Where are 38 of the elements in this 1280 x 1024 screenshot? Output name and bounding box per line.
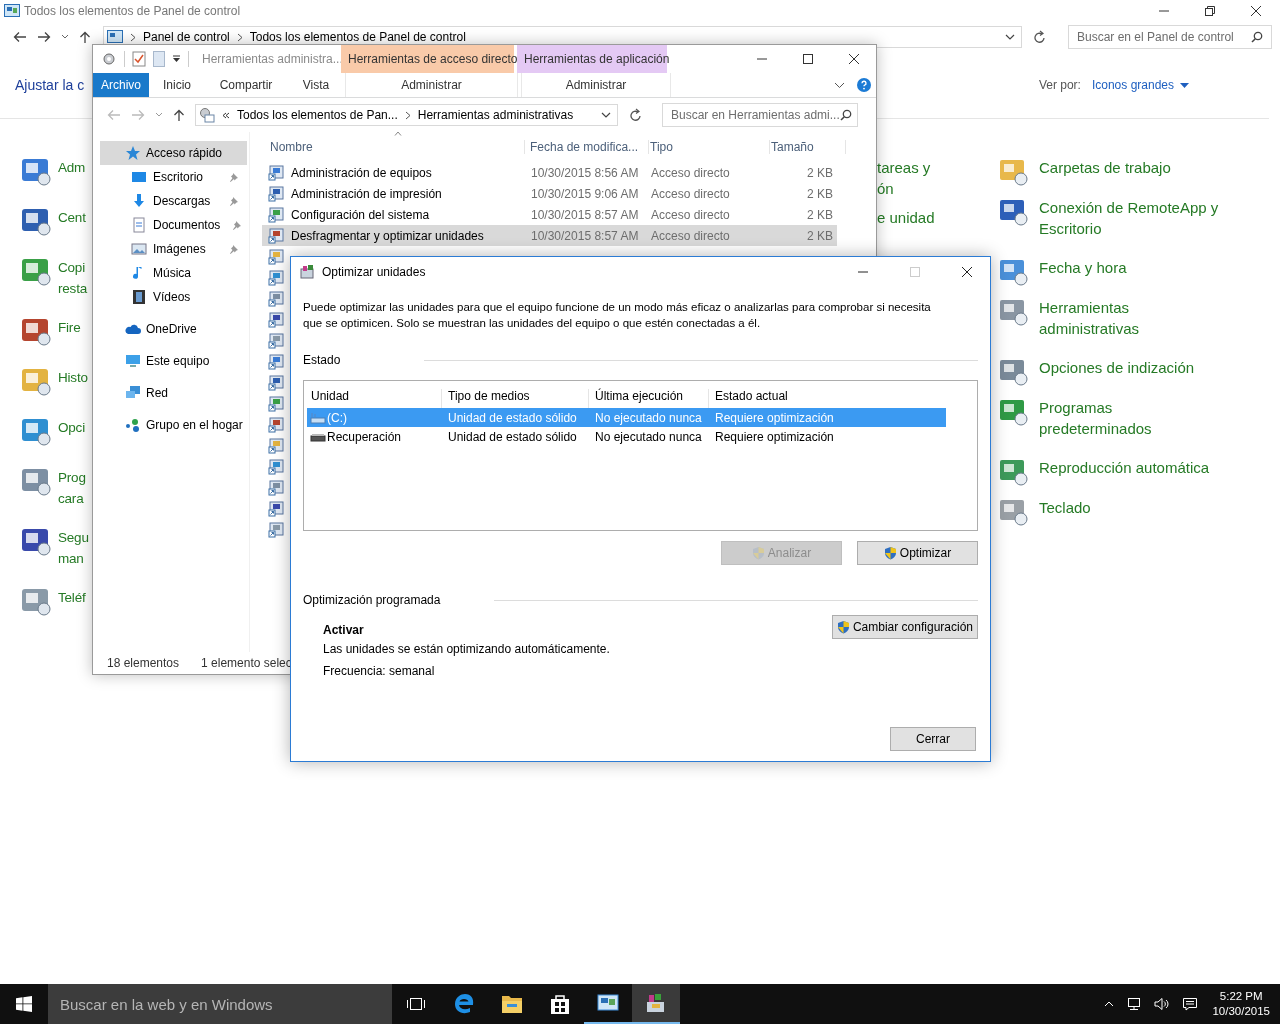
dialog-title: Optimizar unidades xyxy=(322,265,426,279)
schedule-state: Activar xyxy=(323,622,365,638)
section-label: Optimización programada xyxy=(303,593,441,607)
file-name: Desfragmentar y optimizar unidades xyxy=(291,228,484,243)
file-date: 10/30/2015 9:06 AM xyxy=(531,186,639,201)
file-name: Administración de equipos xyxy=(291,165,432,180)
drive-name: (C:) xyxy=(327,410,347,425)
file-type: Acceso directo xyxy=(651,228,730,243)
file-type: Acceso directo xyxy=(651,207,730,222)
last-run: No ejecutado nunca xyxy=(595,410,702,425)
file-name: Administración de impresión xyxy=(291,186,442,201)
file-size: 2 KB xyxy=(807,186,833,201)
frequency-text: Frecuencia: semanal xyxy=(323,663,436,680)
file-type: Acceso directo xyxy=(651,165,730,180)
last-run: No ejecutado nunca xyxy=(595,429,702,444)
context-tab-group: Herramientas de aplicación xyxy=(517,45,667,73)
window-title: Todos los elementos de Panel de control xyxy=(24,4,241,18)
file-size: 2 KB xyxy=(807,207,833,222)
file-name: Configuración del sistema xyxy=(291,207,430,222)
file-date: 10/30/2015 8:57 AM xyxy=(531,207,639,222)
description-text: Puede optimizar las unidades para que el equipo funcione de un modo más eficaz o analizarlas para comprobar si necesita que se optimicen. Solo se muestran las unidades del equipo o que estén conectadas a él. xyxy=(303,300,932,331)
media-type: Unidad de estado sólido xyxy=(448,410,577,425)
page-heading: Ajustar la c xyxy=(15,77,85,93)
view-by-label: Ver por: xyxy=(1038,78,1081,92)
media-type: Unidad de estado sólido xyxy=(448,429,577,444)
drive-name: Recuperación xyxy=(327,429,402,444)
file-size: 2 KB xyxy=(807,165,833,180)
file-date: 10/30/2015 8:56 AM xyxy=(531,165,639,180)
section-label: Estado xyxy=(303,353,341,367)
file-size: 2 KB xyxy=(807,228,833,243)
drive-status: Requiere optimización xyxy=(715,410,834,425)
drive-status: Requiere optimización xyxy=(715,429,834,444)
window-title: Herramientas administra... xyxy=(202,51,341,68)
file-type: Acceso directo xyxy=(651,186,730,201)
status-text: 1 elemento selec xyxy=(201,656,292,670)
file-date: 10/30/2015 8:57 AM xyxy=(531,228,639,243)
status-text: 18 elementos xyxy=(107,656,180,670)
schedule-text: Las unidades se están optimizando automáticamente. xyxy=(323,641,611,658)
